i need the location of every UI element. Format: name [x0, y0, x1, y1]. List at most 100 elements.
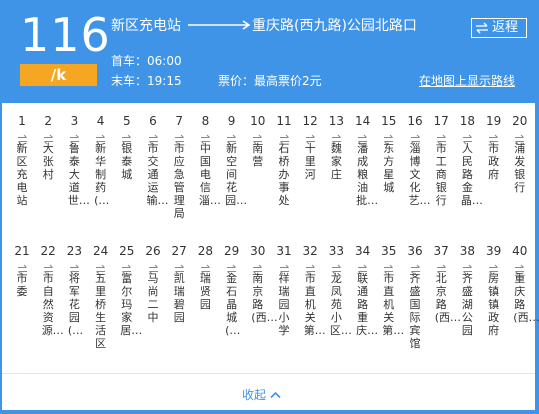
stop-name: 龙凤苑小区…	[329, 272, 352, 337]
stop-name: 齐盛国际宾馆	[409, 272, 421, 350]
collapse-button[interactable]: 收起	[242, 387, 281, 403]
stop-item[interactable]: 25 富尔玛家居…	[114, 244, 142, 337]
stop-name: 将军花园(…	[67, 272, 84, 337]
stop-item[interactable]: 15 东方星城	[376, 114, 402, 194]
stop-number: 2	[44, 114, 52, 128]
stop-item[interactable]: 7 市应急管理局	[166, 114, 192, 220]
stop-item[interactable]: 18 人民路金晶…	[454, 114, 483, 207]
stop-item[interactable]: 13 魏家庄	[323, 114, 349, 181]
stop-name: 淄博文化艺…	[408, 142, 431, 207]
stop-name: 南营	[252, 142, 264, 168]
stop-name: 中国电信淄…	[198, 142, 221, 207]
return-trip-button[interactable]: 返程	[471, 18, 527, 38]
stop-name: 十里河	[304, 142, 316, 181]
stop-item[interactable]: 21 市委	[9, 244, 35, 298]
stop-name: 市直机关第…	[382, 272, 405, 337]
stop-name: 大张村	[42, 142, 54, 181]
stop-item[interactable]: 2 大张村	[35, 114, 61, 181]
stop-item[interactable]: 26 马尚二中	[140, 244, 166, 324]
stop-number: 3	[70, 114, 79, 128]
stop-name: 北京路(西…	[434, 272, 461, 324]
transfer-icon	[462, 130, 473, 145]
stop-item[interactable]: 31 祥瑞园小学	[271, 244, 297, 337]
stop-item[interactable]: 34 联通路重庆…	[350, 244, 379, 337]
stop-number: 15	[381, 114, 397, 128]
transfer-icon	[357, 260, 368, 275]
stop-item[interactable]: 12 十里河	[297, 114, 323, 181]
transfer-icon	[148, 130, 159, 145]
stops-panel: 1 新区充电站 2 大张村 3 鲁泰大道世… 4 新华制药(… 5 银泰城 6 市交通运输… 7 市应急管…	[2, 103, 539, 410]
stop-item[interactable]: 5 银泰城	[114, 114, 140, 181]
stop-name: 凯瑞碧园	[173, 272, 185, 324]
stop-number: 6	[149, 114, 157, 128]
stop-number: 38	[459, 244, 476, 258]
transfer-icon	[226, 130, 237, 145]
stop-item[interactable]: 29 金石晶城(…	[219, 244, 245, 337]
stop-item[interactable]: 10 南营	[245, 114, 271, 168]
stop-name: 新华制药(…	[94, 142, 110, 207]
transfer-icon	[17, 260, 28, 275]
stop-number: 18	[459, 114, 476, 128]
stop-item[interactable]: 40 重庆路(西…	[507, 244, 539, 324]
fare-info: 票价：最高票价2元	[218, 74, 322, 88]
stop-name: 市委	[16, 272, 28, 298]
stop-name: 房镇镇政府	[488, 272, 500, 337]
stop-item[interactable]: 37 北京路(西…	[428, 244, 461, 324]
transfer-icon	[488, 130, 499, 145]
transfer-icon	[95, 260, 106, 275]
transfer-icon	[226, 260, 237, 275]
stop-item[interactable]: 36 齐盛国际宾馆	[402, 244, 428, 350]
transfer-icon	[488, 260, 499, 275]
transfer-icon	[17, 130, 28, 145]
transfer-icon	[305, 260, 316, 275]
transfer-icon	[410, 130, 421, 145]
stop-item[interactable]: 38 齐盛湖公园	[454, 244, 480, 337]
stop-item[interactable]: 8 中国电信淄…	[192, 114, 221, 207]
stop-item[interactable]: 32 市直机关第…	[297, 244, 326, 337]
stop-item[interactable]: 14 潘成粮油批…	[350, 114, 379, 207]
stop-item[interactable]: 23 将军花园(…	[61, 244, 87, 337]
stop-item[interactable]: 19 市政府	[481, 114, 507, 181]
stop-item[interactable]: 20 浦发银行	[507, 114, 533, 194]
from-station: 新区充电站	[111, 18, 181, 34]
show-on-map-link[interactable]: 在地图上显示路线	[419, 73, 515, 89]
stop-item[interactable]: 35 市直机关第…	[376, 244, 405, 337]
stop-item[interactable]: 30 南京路(西…	[245, 244, 277, 324]
stop-item[interactable]: 11 石桥办事处	[271, 114, 297, 207]
swap-arrows-icon	[476, 22, 488, 34]
transfer-icon	[200, 130, 211, 145]
transfer-icon	[383, 260, 394, 275]
stop-item[interactable]: 9 新空间花园…	[219, 114, 247, 207]
stop-item[interactable]: 6 市交通运输…	[140, 114, 169, 207]
stop-item[interactable]: 4 新华制药(…	[88, 114, 114, 207]
transfer-icon	[279, 260, 290, 275]
stop-item[interactable]: 24 五里桥生活区	[88, 244, 114, 350]
stop-name: 浦发银行	[514, 142, 526, 194]
stop-item[interactable]: 39 房镇镇政府	[481, 244, 507, 337]
stop-number: 12	[302, 114, 318, 128]
stop-name: 市应急管理局	[173, 142, 185, 220]
bus-route-card: 116 /k 新区充电站 重庆路(西九路)公园北路口 返程 首车：06:00 末…	[0, 0, 539, 414]
stop-number: 20	[512, 114, 528, 128]
stop-item[interactable]: 27 凯瑞碧园	[166, 244, 192, 324]
stop-item[interactable]: 33 龙凤苑小区…	[323, 244, 352, 337]
stop-item[interactable]: 22 市自然资源…	[35, 244, 64, 337]
stop-name: 潘成粮油批…	[356, 142, 379, 207]
stop-name: 联通路重庆…	[356, 272, 379, 337]
stop-item[interactable]: 17 市工商银行	[428, 114, 454, 207]
chevron-up-icon	[270, 391, 281, 399]
stop-item[interactable]: 16 淄博文化艺…	[402, 114, 431, 207]
stop-item[interactable]: 1 新区充电站	[9, 114, 35, 207]
transfer-icon	[174, 260, 185, 275]
stop-number: 39	[485, 244, 502, 258]
transfer-icon	[95, 130, 106, 145]
transfer-icon	[436, 260, 447, 275]
stop-number: 33	[328, 244, 345, 258]
transfer-icon	[514, 130, 525, 145]
transfer-icon	[252, 130, 263, 145]
stop-name: 马尚二中	[147, 272, 159, 324]
route-number: 116	[20, 8, 111, 62]
stop-item[interactable]: 3 鲁泰大道世…	[61, 114, 90, 207]
stop-item[interactable]: 28 瑞贤园	[192, 244, 218, 311]
stop-number: 13	[328, 114, 345, 128]
